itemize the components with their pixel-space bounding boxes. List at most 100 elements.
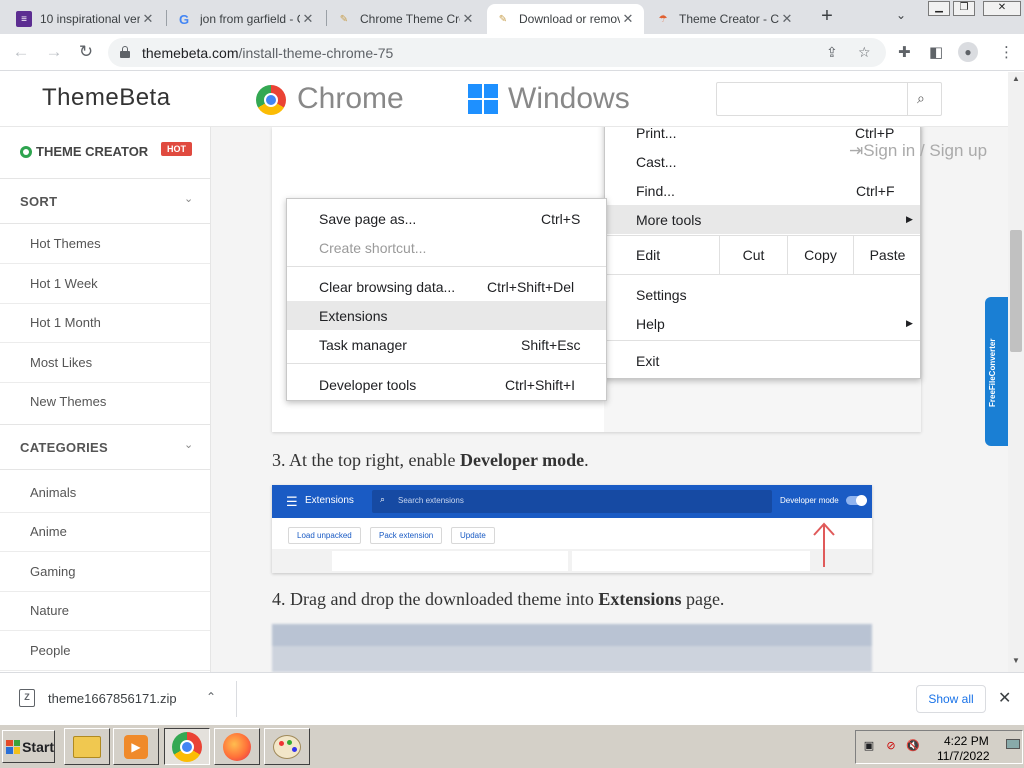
menu-item-exit[interactable]: Exit (605, 346, 920, 375)
site-logo[interactable]: ThemeBeta (42, 84, 171, 112)
nav-chrome[interactable]: Chrome (297, 82, 404, 116)
free-file-converter-widget[interactable]: FreeFileConverter (985, 297, 1009, 446)
sidebar-item-hot-1-month[interactable]: Hot 1 Month (0, 304, 210, 343)
reload-icon[interactable]: ↻ (76, 42, 96, 62)
sort-section-header[interactable]: SORT ⌄ (0, 178, 210, 224)
load-unpacked-button: Load unpacked (288, 527, 361, 544)
chrome-green-icon (20, 145, 32, 158)
taskbar-firefox[interactable] (214, 728, 260, 765)
sidebar-item-anime[interactable]: Anime (0, 513, 210, 552)
scroll-up-arrow-icon[interactable]: ▲ (1012, 74, 1020, 83)
extensions-puzzle-icon[interactable]: ✚ (898, 43, 911, 61)
taskbar-file-explorer[interactable] (64, 728, 110, 765)
tab-download-remove[interactable]: ✎ Download or remov ✕ (487, 4, 644, 34)
sidebar-item-most-likes[interactable]: Most Likes (0, 344, 210, 383)
address-bar[interactable]: themebeta.com/install-theme-chrome-75 ⇪ … (108, 38, 886, 67)
tab-theme-creator-ch[interactable]: ☂ Theme Creator - Ch ✕ (647, 4, 803, 34)
zip-file-icon[interactable]: Z (19, 689, 35, 707)
side-panel-icon[interactable]: ◧ (929, 43, 943, 61)
close-icon[interactable]: ✕ (140, 11, 156, 27)
copy-button[interactable]: Copy (787, 236, 853, 274)
network-icon[interactable]: ▣ (862, 739, 876, 753)
sidebar-item-animals[interactable]: Animals (0, 474, 210, 513)
close-icon[interactable]: ✕ (460, 11, 476, 27)
profile-avatar-icon[interactable]: ● (958, 42, 978, 62)
step-3-prefix: 3. At the top right, enable (272, 450, 460, 470)
sidebar-item-new-themes[interactable]: New Themes (0, 383, 210, 422)
media-player-icon: ▶ (124, 734, 148, 759)
start-button[interactable]: Start (2, 730, 55, 763)
sidebar-item-nature[interactable]: Nature (0, 592, 210, 631)
submenu-item-save-page[interactable]: Save page as... Ctrl+S (287, 204, 606, 233)
security-alert-icon[interactable]: ⊘ (884, 739, 898, 753)
sidebar-item-hot-1-week[interactable]: Hot 1 Week (0, 265, 210, 304)
menu-item-shortcut: Ctrl+P (855, 127, 895, 141)
clock-time[interactable]: 4:22 PM (944, 734, 989, 748)
minimize-button[interactable]: ▁ (928, 1, 950, 16)
theme-creator-link[interactable]: THEME CREATOR (20, 144, 148, 159)
new-tab-button[interactable]: + (816, 6, 838, 28)
cut-button[interactable]: Cut (719, 236, 787, 274)
menu-item-label: Save page as... (319, 211, 417, 227)
show-desktop-icon[interactable] (1006, 739, 1020, 749)
window-close-button[interactable]: ✕ (983, 1, 1021, 16)
taskbar-paint[interactable] (264, 728, 310, 765)
sign-in-icon: ⇥ (849, 141, 864, 160)
download-filename[interactable]: theme1667856171.zip (48, 691, 177, 706)
sidebar-item-label: Hot 1 Week (30, 276, 98, 291)
submenu-item-extensions[interactable]: Extensions (287, 301, 606, 330)
menu-item-label: Exit (636, 353, 660, 369)
menu-item-help[interactable]: Help ▶ (605, 309, 920, 338)
kebab-menu-icon[interactable]: ⋮ (999, 43, 1014, 61)
tab-title: 10 inspirational vers (40, 12, 140, 26)
windows-logo-icon[interactable] (468, 84, 498, 114)
show-all-button[interactable]: Show all (916, 685, 986, 713)
chrome-logo-icon[interactable] (256, 85, 286, 115)
browser-toolbar: ← → ↻ themebeta.com/install-theme-chrome… (0, 34, 1024, 71)
sidebar-item-gaming[interactable]: Gaming (0, 553, 210, 592)
restore-button[interactable]: ❐ (953, 1, 975, 16)
page-scrollbar[interactable]: ▲ ▼ (1008, 72, 1024, 672)
site-search-input[interactable]: ⌕ (716, 82, 942, 116)
scroll-down-arrow-icon[interactable]: ▼ (1012, 656, 1020, 665)
taskbar-media-player[interactable]: ▶ (113, 728, 159, 765)
close-icon[interactable]: ✕ (300, 11, 316, 27)
submenu-item-task-manager[interactable]: Task manager Shift+Esc (287, 330, 606, 359)
lock-icon[interactable] (120, 46, 130, 58)
developer-mode-toggle (846, 495, 867, 506)
tab-inspirational[interactable]: ≡ 10 inspirational vers ✕ (8, 4, 164, 34)
tab-theme-creator[interactable]: ✎ Chrome Theme Crea ✕ (328, 4, 484, 34)
menu-item-more-tools[interactable]: More tools ▶ (605, 205, 920, 234)
menu-item-settings[interactable]: Settings (605, 280, 920, 309)
close-download-bar-icon[interactable]: ✕ (998, 688, 1011, 708)
menu-item-find[interactable]: Find... Ctrl+F (605, 176, 920, 205)
extensions-page-screenshot: ☰ Extensions ⌕ Search extensions Develop… (272, 485, 872, 573)
tab-google[interactable]: G jon from garfield - G ✕ (168, 4, 324, 34)
sidebar-item-hot-themes[interactable]: Hot Themes (0, 225, 210, 264)
folder-icon (73, 735, 101, 758)
close-icon[interactable]: ✕ (779, 11, 795, 27)
volume-muted-icon[interactable]: 🔇 (906, 739, 920, 753)
submenu-item-clear-browsing-data[interactable]: Clear browsing data... Ctrl+Shift+Del (287, 272, 606, 301)
tab-search-chevron-icon[interactable]: ⌄ (896, 8, 906, 22)
sidebar-item-people[interactable]: People (0, 632, 210, 671)
submenu-item-developer-tools[interactable]: Developer tools Ctrl+Shift+I (287, 370, 606, 399)
categories-section-header[interactable]: CATEGORIES ⌄ (0, 424, 210, 470)
nav-windows[interactable]: Windows (508, 82, 630, 116)
share-icon[interactable]: ⇪ (826, 44, 838, 61)
taskbar-chrome[interactable] (164, 728, 210, 765)
menu-item-label: Help (636, 316, 665, 332)
paste-button[interactable]: Paste (853, 236, 921, 274)
tab-separator (166, 10, 167, 26)
bookmark-star-icon[interactable]: ☆ (858, 44, 871, 61)
sign-in-link[interactable]: ⇥Sign in / Sign up (849, 141, 987, 161)
url-text[interactable]: themebeta.com/install-theme-chrome-75 (142, 45, 393, 61)
firefox-icon (223, 732, 251, 761)
forward-arrow-icon[interactable]: → (44, 42, 64, 62)
search-icon[interactable]: ⌕ (917, 90, 925, 107)
scrollbar-thumb[interactable] (1010, 230, 1022, 352)
chevron-up-icon[interactable]: ⌃ (206, 690, 216, 704)
close-icon[interactable]: ✕ (620, 11, 636, 27)
clock-date[interactable]: 11/7/2022 (937, 749, 990, 763)
back-arrow-icon[interactable]: ← (11, 42, 31, 62)
